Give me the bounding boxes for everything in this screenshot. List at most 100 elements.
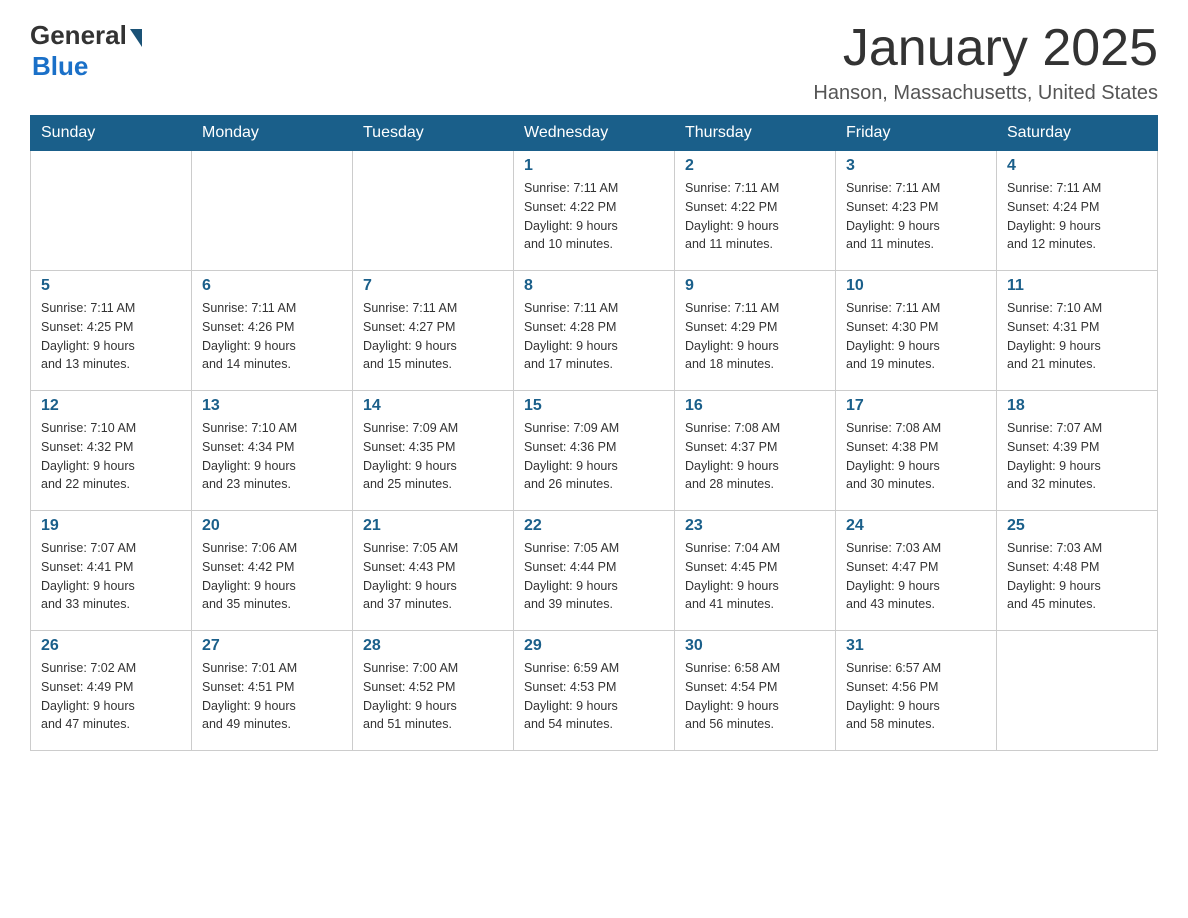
calendar-cell: 19 Sunrise: 7:07 AM Sunset: 4:41 PM Dayli… [31, 511, 192, 631]
day-info: Sunrise: 7:07 AM Sunset: 4:39 PM Dayligh… [1007, 419, 1147, 494]
calendar-cell: 25 Sunrise: 7:03 AM Sunset: 4:48 PM Dayli… [997, 511, 1158, 631]
day-info: Sunrise: 7:11 AM Sunset: 4:30 PM Dayligh… [846, 299, 986, 374]
day-info: Sunrise: 7:11 AM Sunset: 4:29 PM Dayligh… [685, 299, 825, 374]
day-number: 7 [363, 277, 503, 295]
day-number: 22 [524, 517, 664, 535]
calendar-cell: 12 Sunrise: 7:10 AM Sunset: 4:32 PM Dayli… [31, 391, 192, 511]
calendar-cell: 28 Sunrise: 7:00 AM Sunset: 4:52 PM Dayli… [353, 631, 514, 751]
day-number: 12 [41, 397, 181, 415]
calendar-cell: 7 Sunrise: 7:11 AM Sunset: 4:27 PM Daylig… [353, 271, 514, 391]
day-number: 17 [846, 397, 986, 415]
weekday-header-monday: Monday [192, 116, 353, 151]
calendar-cell: 8Sunrise: 7:11 AM Sunset: 4:28 PM Daylig… [514, 271, 675, 391]
day-info: Sunrise: 7:07 AM Sunset: 4:41 PM Dayligh… [41, 539, 181, 614]
day-info: Sunrise: 7:11 AM Sunset: 4:26 PM Dayligh… [202, 299, 342, 374]
day-number: 3 [846, 157, 986, 175]
day-info: Sunrise: 6:58 AM Sunset: 4:54 PM Dayligh… [685, 659, 825, 734]
calendar-cell: 29 Sunrise: 6:59 AM Sunset: 4:53 PM Dayli… [514, 631, 675, 751]
calendar-week-row: 12 Sunrise: 7:10 AM Sunset: 4:32 PM Dayli… [31, 391, 1158, 511]
calendar-cell: 30 Sunrise: 6:58 AM Sunset: 4:54 PM Dayli… [675, 631, 836, 751]
day-info: Sunrise: 7:10 AM Sunset: 4:31 PM Dayligh… [1007, 299, 1147, 374]
day-info: Sunrise: 7:03 AM Sunset: 4:48 PM Dayligh… [1007, 539, 1147, 614]
day-info: Sunrise: 7:04 AM Sunset: 4:45 PM Dayligh… [685, 539, 825, 614]
calendar-week-row: 5 Sunrise: 7:11 AM Sunset: 4:25 PM Daylig… [31, 271, 1158, 391]
calendar-cell: 23 Sunrise: 7:04 AM Sunset: 4:45 PM Dayli… [675, 511, 836, 631]
day-number: 24 [846, 517, 986, 535]
calendar-cell: 13Sunrise: 7:10 AM Sunset: 4:34 PM Dayli… [192, 391, 353, 511]
day-info: Sunrise: 7:02 AM Sunset: 4:49 PM Dayligh… [41, 659, 181, 734]
calendar-cell: 10 Sunrise: 7:11 AM Sunset: 4:30 PM Dayli… [836, 271, 997, 391]
day-number: 16 [685, 397, 825, 415]
day-number: 10 [846, 277, 986, 295]
calendar-cell: 14Sunrise: 7:09 AM Sunset: 4:35 PM Dayli… [353, 391, 514, 511]
day-number: 23 [685, 517, 825, 535]
calendar-cell: 15Sunrise: 7:09 AM Sunset: 4:36 PM Dayli… [514, 391, 675, 511]
calendar-cell: 27 Sunrise: 7:01 AM Sunset: 4:51 PM Dayli… [192, 631, 353, 751]
day-info: Sunrise: 7:00 AM Sunset: 4:52 PM Dayligh… [363, 659, 503, 734]
day-number: 29 [524, 637, 664, 655]
day-info: Sunrise: 7:11 AM Sunset: 4:27 PM Dayligh… [363, 299, 503, 374]
day-info: Sunrise: 7:05 AM Sunset: 4:43 PM Dayligh… [363, 539, 503, 614]
weekday-header-friday: Friday [836, 116, 997, 151]
calendar-body: 1 Sunrise: 7:11 AM Sunset: 4:22 PM Daylig… [31, 151, 1158, 751]
day-info: Sunrise: 7:01 AM Sunset: 4:51 PM Dayligh… [202, 659, 342, 734]
calendar-cell: 31 Sunrise: 6:57 AM Sunset: 4:56 PM Dayli… [836, 631, 997, 751]
day-number: 18 [1007, 397, 1147, 415]
calendar-cell: 5 Sunrise: 7:11 AM Sunset: 4:25 PM Daylig… [31, 271, 192, 391]
day-number: 19 [41, 517, 181, 535]
month-title: January 2025 [813, 20, 1158, 77]
day-info: Sunrise: 6:57 AM Sunset: 4:56 PM Dayligh… [846, 659, 986, 734]
day-info: Sunrise: 7:09 AM Sunset: 4:36 PM Dayligh… [524, 419, 664, 494]
day-number: 4 [1007, 157, 1147, 175]
day-info: Sunrise: 7:10 AM Sunset: 4:32 PM Dayligh… [41, 419, 181, 494]
calendar-cell: 22Sunrise: 7:05 AM Sunset: 4:44 PM Dayli… [514, 511, 675, 631]
day-number: 6 [202, 277, 342, 295]
day-info: Sunrise: 7:08 AM Sunset: 4:38 PM Dayligh… [846, 419, 986, 494]
day-number: 14 [363, 397, 503, 415]
calendar-week-row: 26 Sunrise: 7:02 AM Sunset: 4:49 PM Dayli… [31, 631, 1158, 751]
day-info: Sunrise: 7:11 AM Sunset: 4:22 PM Dayligh… [685, 179, 825, 254]
calendar-table: SundayMondayTuesdayWednesdayThursdayFrid… [30, 115, 1158, 751]
day-number: 9 [685, 277, 825, 295]
calendar-cell [192, 151, 353, 271]
day-info: Sunrise: 7:11 AM Sunset: 4:25 PM Dayligh… [41, 299, 181, 374]
page-header: General Blue January 2025 Hanson, Massac… [30, 20, 1158, 105]
day-number: 25 [1007, 517, 1147, 535]
calendar-cell: 4 Sunrise: 7:11 AM Sunset: 4:24 PM Daylig… [997, 151, 1158, 271]
day-number: 20 [202, 517, 342, 535]
calendar-cell: 2 Sunrise: 7:11 AM Sunset: 4:22 PM Daylig… [675, 151, 836, 271]
day-number: 5 [41, 277, 181, 295]
day-number: 1 [524, 157, 664, 175]
day-info: Sunrise: 7:11 AM Sunset: 4:28 PM Dayligh… [524, 299, 664, 374]
day-number: 11 [1007, 277, 1147, 295]
weekday-header-thursday: Thursday [675, 116, 836, 151]
weekday-header-saturday: Saturday [997, 116, 1158, 151]
calendar-header: SundayMondayTuesdayWednesdayThursdayFrid… [31, 116, 1158, 151]
calendar-cell: 6 Sunrise: 7:11 AM Sunset: 4:26 PM Daylig… [192, 271, 353, 391]
day-info: Sunrise: 6:59 AM Sunset: 4:53 PM Dayligh… [524, 659, 664, 734]
day-number: 26 [41, 637, 181, 655]
calendar-cell [353, 151, 514, 271]
calendar-cell: 20 Sunrise: 7:06 AM Sunset: 4:42 PM Dayli… [192, 511, 353, 631]
location-subtitle: Hanson, Massachusetts, United States [813, 82, 1158, 105]
day-number: 27 [202, 637, 342, 655]
calendar-cell: 18 Sunrise: 7:07 AM Sunset: 4:39 PM Dayli… [997, 391, 1158, 511]
calendar-cell: 26 Sunrise: 7:02 AM Sunset: 4:49 PM Dayli… [31, 631, 192, 751]
logo-blue-text: Blue [32, 51, 88, 82]
day-number: 13 [202, 397, 342, 415]
day-number: 2 [685, 157, 825, 175]
day-info: Sunrise: 7:03 AM Sunset: 4:47 PM Dayligh… [846, 539, 986, 614]
calendar-cell: 16Sunrise: 7:08 AM Sunset: 4:37 PM Dayli… [675, 391, 836, 511]
day-number: 21 [363, 517, 503, 535]
calendar-cell: 9 Sunrise: 7:11 AM Sunset: 4:29 PM Daylig… [675, 271, 836, 391]
day-number: 31 [846, 637, 986, 655]
day-info: Sunrise: 7:11 AM Sunset: 4:23 PM Dayligh… [846, 179, 986, 254]
weekday-header-row: SundayMondayTuesdayWednesdayThursdayFrid… [31, 116, 1158, 151]
weekday-header-wednesday: Wednesday [514, 116, 675, 151]
calendar-week-row: 19 Sunrise: 7:07 AM Sunset: 4:41 PM Dayli… [31, 511, 1158, 631]
day-info: Sunrise: 7:11 AM Sunset: 4:22 PM Dayligh… [524, 179, 664, 254]
day-info: Sunrise: 7:06 AM Sunset: 4:42 PM Dayligh… [202, 539, 342, 614]
day-info: Sunrise: 7:11 AM Sunset: 4:24 PM Dayligh… [1007, 179, 1147, 254]
day-number: 28 [363, 637, 503, 655]
day-number: 30 [685, 637, 825, 655]
